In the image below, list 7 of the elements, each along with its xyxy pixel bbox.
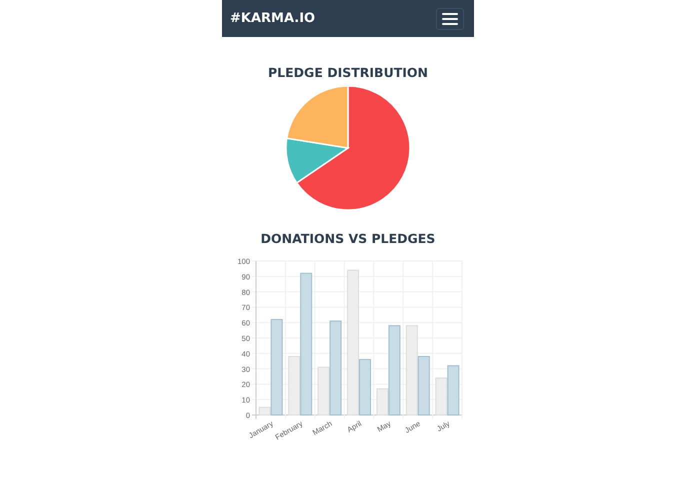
bar: [447, 365, 460, 416]
brand-logo[interactable]: #KARMA.IO: [230, 11, 316, 26]
section-title: DONATIONS VS PLEDGES: [260, 231, 436, 246]
bar: [435, 378, 448, 416]
menu-button[interactable]: [436, 8, 464, 30]
section-title: PLEDGE DISTRIBUTION: [268, 65, 428, 80]
menu-icon: [442, 12, 458, 24]
